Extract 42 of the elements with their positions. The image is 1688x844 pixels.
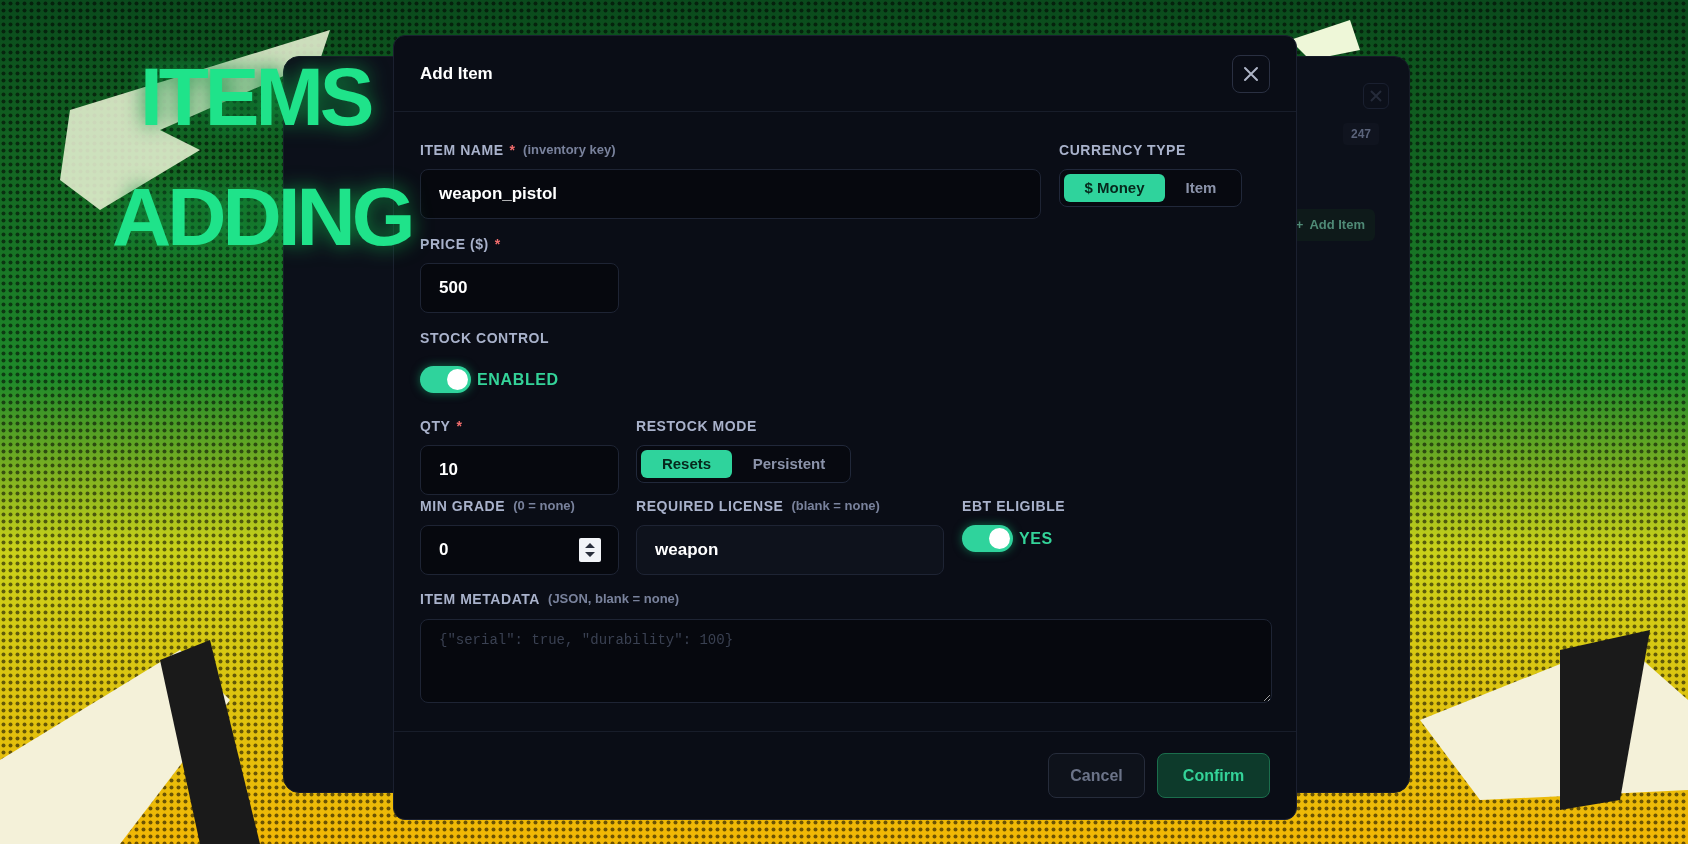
- toggle-switch[interactable]: [962, 525, 1013, 552]
- toggle-state-label: YES: [1019, 528, 1053, 549]
- metadata-field[interactable]: {"serial": true, "durability": 100}: [420, 619, 1272, 703]
- input-field[interactable]: 10: [420, 445, 619, 495]
- required-mark: *: [456, 416, 462, 436]
- close-button[interactable]: [1232, 54, 1270, 93]
- spinner-icon[interactable]: [579, 538, 601, 562]
- field-hint: (0 = none): [513, 497, 575, 516]
- segment-option[interactable]: $ Money: [1064, 174, 1165, 202]
- input-field[interactable]: weapon: [636, 525, 944, 575]
- field-hint: (JSON, blank = none): [548, 590, 680, 609]
- input-field[interactable]: 500: [420, 263, 619, 313]
- field-label: STOCK CONTROL: [420, 328, 550, 348]
- required-mark: *: [494, 234, 501, 254]
- segmented-control[interactable]: Resets Persistent: [636, 445, 851, 483]
- input-field[interactable]: weapon_pistol: [420, 169, 1041, 219]
- segment-option[interactable]: Persistent: [732, 450, 846, 478]
- toggle-state-label: ENABLED: [477, 369, 559, 390]
- field-label: MIN GRADE: [420, 496, 506, 516]
- field-label: ITEM METADATA: [420, 589, 541, 609]
- field-label: EBT ELIGIBLE: [962, 496, 1066, 516]
- cancel-button[interactable]: Cancel: [1048, 753, 1145, 798]
- overlay-title: ADDING: [112, 176, 412, 258]
- segment-option[interactable]: Resets: [641, 450, 732, 478]
- field-label: ITEM NAME: [420, 140, 504, 160]
- count-badge: 247: [1342, 123, 1379, 145]
- confirm-button[interactable]: Confirm: [1157, 753, 1270, 798]
- field-hint: (blank = none): [791, 497, 880, 516]
- dialog-title: Add Item: [420, 62, 493, 85]
- close-icon: [1242, 64, 1260, 83]
- field-label: PRICE ($): [420, 234, 489, 254]
- input-field[interactable]: 0: [420, 525, 619, 575]
- field-label: QTY: [420, 416, 451, 436]
- close-icon: [1363, 83, 1389, 109]
- field-label: RESTOCK MODE: [636, 416, 757, 436]
- field-label: CURRENCY TYPE: [1059, 140, 1186, 160]
- segment-option[interactable]: Item: [1165, 174, 1237, 202]
- field-label: REQUIRED LICENSE: [636, 496, 784, 516]
- segmented-control[interactable]: $ Money Item: [1059, 169, 1242, 207]
- required-mark: *: [509, 140, 516, 160]
- field-hint: (inventory key): [523, 141, 616, 160]
- toggle-switch[interactable]: [420, 366, 471, 393]
